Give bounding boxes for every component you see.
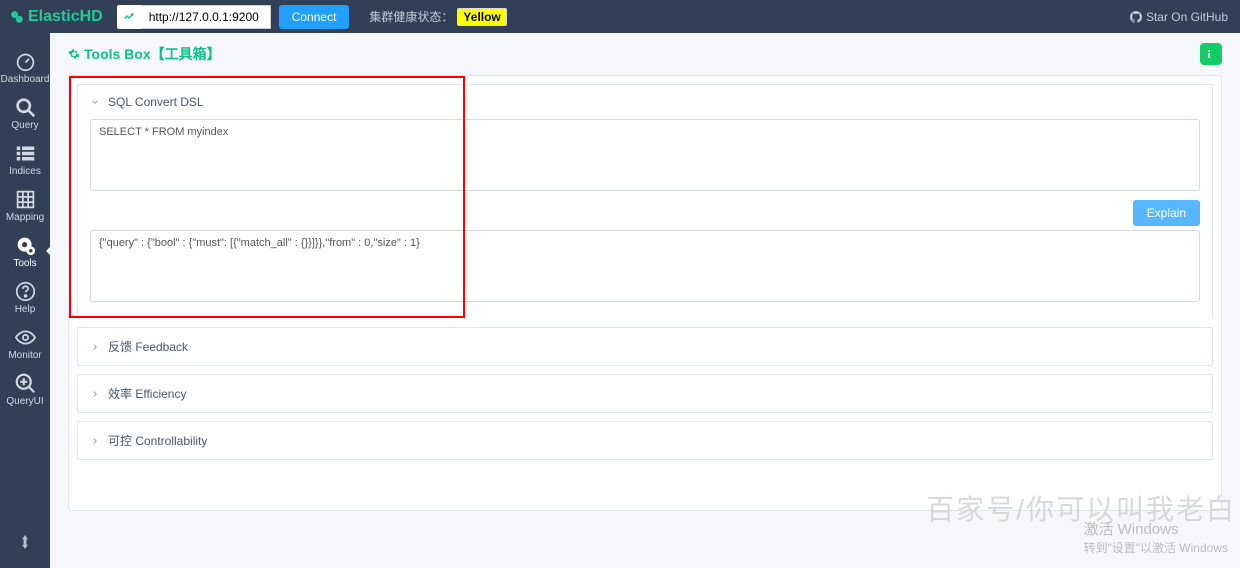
sidebar-item-queryui[interactable]: QueryUI (0, 367, 50, 413)
github-label: Star On GitHub (1146, 10, 1228, 24)
windows-activation-watermark: 激活 Windows 转到"设置"以激活 Windows (1083, 518, 1228, 556)
section-sql-convert: SQL Convert DSL Explain (77, 84, 1213, 319)
section-title: 效率 Efficiency (108, 385, 186, 402)
section-title: 可控 Controllability (108, 432, 207, 449)
sidebar: Dashboard Query Indices Mapping Tools He… (0, 33, 50, 568)
sidebar-item-label: Monitor (8, 350, 41, 361)
chevron-down-icon (90, 97, 100, 107)
health-label: 集群健康状态： (369, 8, 453, 25)
dashboard-icon (15, 51, 36, 72)
section-body-sql-convert: Explain (78, 119, 1212, 319)
sidebar-item-label: Dashboard (1, 74, 50, 85)
health-status-badge: Yellow (457, 8, 506, 26)
sidebar-item-label: Mapping (6, 212, 44, 223)
watermark-line2: 转到"设置"以激活 Windows (1083, 539, 1228, 556)
sidebar-item-dashboard[interactable]: Dashboard (0, 45, 50, 91)
sql-input-textarea[interactable] (90, 119, 1200, 191)
section-head-feedback[interactable]: 反馈 Feedback (78, 328, 1212, 365)
brand[interactable]: ElasticHD (10, 8, 103, 26)
sidebar-item-label: Query (11, 120, 38, 131)
explain-button[interactable]: Explain (1133, 200, 1200, 226)
eye-icon (15, 327, 36, 348)
connection-status-icon (117, 5, 141, 29)
chevron-right-icon (90, 389, 100, 399)
section-feedback: 反馈 Feedback (77, 327, 1213, 366)
section-controllability: 可控 Controllability (77, 421, 1213, 460)
sidebar-item-tools[interactable]: Tools (0, 229, 50, 275)
chevron-right-icon (90, 342, 100, 352)
page-title: Tools Box【工具箱】 (84, 44, 221, 64)
sidebar-item-monitor[interactable]: Monitor (0, 321, 50, 367)
section-efficiency: 效率 Efficiency (77, 374, 1213, 413)
cluster-health: 集群健康状态： Yellow (369, 8, 506, 26)
connection-box (117, 5, 271, 29)
dsl-output-textarea[interactable] (90, 230, 1200, 302)
info-icon (1203, 48, 1215, 60)
help-icon (15, 281, 36, 302)
section-title: 反馈 Feedback (108, 338, 188, 355)
info-button[interactable] (1200, 43, 1222, 65)
panel: SQL Convert DSL Explain 反馈 Feedback 效率 E… (68, 75, 1222, 511)
section-head-controllability[interactable]: 可控 Controllability (78, 422, 1212, 459)
section-head-efficiency[interactable]: 效率 Efficiency (78, 375, 1212, 412)
gears-icon (15, 235, 36, 256)
github-icon (1130, 11, 1142, 23)
topbar: ElasticHD Connect 集群健康状态： Yellow Star On… (0, 0, 1240, 33)
watermark-line1: 激活 Windows (1083, 518, 1228, 539)
connection-url-input[interactable] (141, 5, 271, 29)
logo-icon (10, 10, 24, 24)
section-title: SQL Convert DSL (108, 95, 204, 109)
sidebar-item-query[interactable]: Query (0, 91, 50, 137)
sidebar-item-indices[interactable]: Indices (0, 137, 50, 183)
sidebar-item-label: Indices (9, 166, 41, 177)
connect-button[interactable]: Connect (279, 5, 350, 29)
github-link[interactable]: Star On GitHub (1130, 10, 1228, 24)
sidebar-item-label: QueryUI (6, 396, 43, 407)
sidebar-item-help[interactable]: Help (0, 275, 50, 321)
page-title-bar: Tools Box【工具箱】 (50, 33, 1240, 75)
zoom-in-icon (15, 373, 36, 394)
section-head-sql-convert[interactable]: SQL Convert DSL (78, 85, 1212, 119)
chevron-right-icon (90, 436, 100, 446)
sidebar-item-mapping[interactable]: Mapping (0, 183, 50, 229)
sidebar-item-label: Tools (13, 258, 36, 269)
brand-text: ElasticHD (28, 8, 103, 26)
grid-icon (15, 189, 36, 210)
search-icon (15, 97, 36, 118)
list-icon (15, 143, 36, 164)
gear-icon (68, 48, 80, 60)
sidebar-collapse-icon[interactable] (19, 535, 31, 554)
sidebar-item-label: Help (15, 304, 36, 315)
